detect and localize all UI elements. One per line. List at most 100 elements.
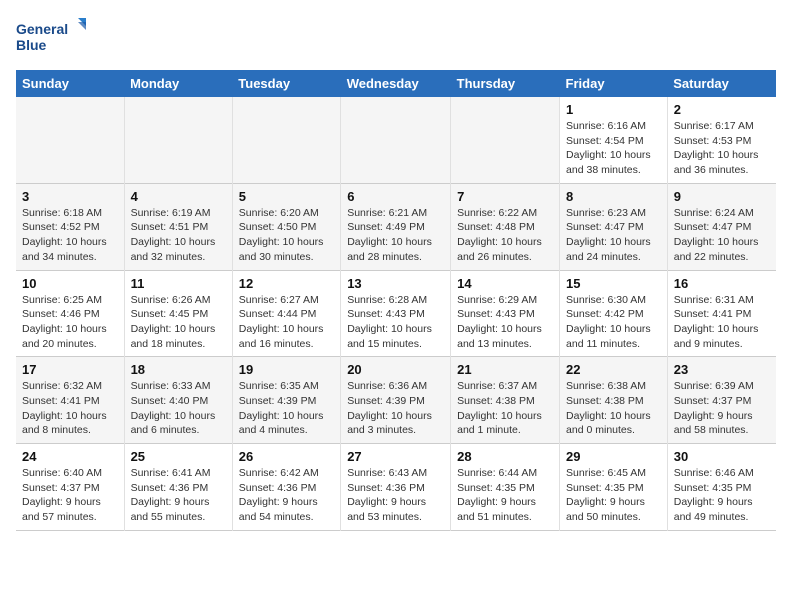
day-info: Sunrise: 6:27 AMSunset: 4:44 PMDaylight:…	[239, 293, 334, 352]
logo-icon: General Blue	[16, 16, 86, 58]
day-cell	[341, 97, 451, 183]
header-cell-wednesday: Wednesday	[341, 70, 451, 97]
day-info: Sunrise: 6:35 AMSunset: 4:39 PMDaylight:…	[239, 379, 334, 438]
calendar-header: SundayMondayTuesdayWednesdayThursdayFrid…	[16, 70, 776, 97]
day-number: 14	[457, 276, 553, 291]
day-number: 6	[347, 189, 444, 204]
day-number: 21	[457, 362, 553, 377]
day-cell: 30 Sunrise: 6:46 AMSunset: 4:35 PMDayligh…	[667, 444, 776, 531]
day-info: Sunrise: 6:37 AMSunset: 4:38 PMDaylight:…	[457, 379, 553, 438]
day-number: 26	[239, 449, 334, 464]
day-number: 1	[566, 102, 661, 117]
day-cell: 5 Sunrise: 6:20 AMSunset: 4:50 PMDaylight…	[232, 183, 340, 270]
day-cell: 3 Sunrise: 6:18 AMSunset: 4:52 PMDaylight…	[16, 183, 124, 270]
day-number: 27	[347, 449, 444, 464]
header-row: SundayMondayTuesdayWednesdayThursdayFrid…	[16, 70, 776, 97]
day-info: Sunrise: 6:28 AMSunset: 4:43 PMDaylight:…	[347, 293, 444, 352]
day-number: 5	[239, 189, 334, 204]
day-number: 19	[239, 362, 334, 377]
day-cell	[16, 97, 124, 183]
day-cell: 28 Sunrise: 6:44 AMSunset: 4:35 PMDayligh…	[451, 444, 560, 531]
header-cell-saturday: Saturday	[667, 70, 776, 97]
header-cell-thursday: Thursday	[451, 70, 560, 97]
day-info: Sunrise: 6:19 AMSunset: 4:51 PMDaylight:…	[131, 206, 226, 265]
day-number: 18	[131, 362, 226, 377]
day-info: Sunrise: 6:18 AMSunset: 4:52 PMDaylight:…	[22, 206, 118, 265]
day-info: Sunrise: 6:44 AMSunset: 4:35 PMDaylight:…	[457, 466, 553, 525]
day-number: 11	[131, 276, 226, 291]
day-number: 28	[457, 449, 553, 464]
day-info: Sunrise: 6:23 AMSunset: 4:47 PMDaylight:…	[566, 206, 661, 265]
svg-text:General: General	[16, 21, 68, 37]
day-info: Sunrise: 6:29 AMSunset: 4:43 PMDaylight:…	[457, 293, 553, 352]
day-info: Sunrise: 6:22 AMSunset: 4:48 PMDaylight:…	[457, 206, 553, 265]
day-cell: 14 Sunrise: 6:29 AMSunset: 4:43 PMDayligh…	[451, 270, 560, 357]
day-info: Sunrise: 6:24 AMSunset: 4:47 PMDaylight:…	[674, 206, 770, 265]
day-cell	[232, 97, 340, 183]
day-cell: 12 Sunrise: 6:27 AMSunset: 4:44 PMDayligh…	[232, 270, 340, 357]
week-row-3: 10Sunrise: 6:25 AMSunset: 4:46 PMDayligh…	[16, 270, 776, 357]
day-number: 12	[239, 276, 334, 291]
day-cell: 1 Sunrise: 6:16 AMSunset: 4:54 PMDaylight…	[560, 97, 668, 183]
day-info: Sunrise: 6:39 AMSunset: 4:37 PMDaylight:…	[674, 379, 770, 438]
day-info: Sunrise: 6:46 AMSunset: 4:35 PMDaylight:…	[674, 466, 770, 525]
day-number: 9	[674, 189, 770, 204]
day-cell: 13 Sunrise: 6:28 AMSunset: 4:43 PMDayligh…	[341, 270, 451, 357]
day-cell: 15Sunrise: 6:30 AMSunset: 4:42 PMDayligh…	[560, 270, 668, 357]
day-number: 4	[131, 189, 226, 204]
week-row-4: 17Sunrise: 6:32 AMSunset: 4:41 PMDayligh…	[16, 357, 776, 444]
day-cell: 7Sunrise: 6:22 AMSunset: 4:48 PMDaylight…	[451, 183, 560, 270]
day-cell: 27 Sunrise: 6:43 AMSunset: 4:36 PMDayligh…	[341, 444, 451, 531]
day-cell: 29Sunrise: 6:45 AMSunset: 4:35 PMDayligh…	[560, 444, 668, 531]
day-info: Sunrise: 6:16 AMSunset: 4:54 PMDaylight:…	[566, 119, 661, 178]
day-number: 2	[674, 102, 770, 117]
day-info: Sunrise: 6:42 AMSunset: 4:36 PMDaylight:…	[239, 466, 334, 525]
day-info: Sunrise: 6:45 AMSunset: 4:35 PMDaylight:…	[566, 466, 661, 525]
svg-text:Blue: Blue	[16, 37, 47, 53]
day-number: 16	[674, 276, 770, 291]
day-cell: 23 Sunrise: 6:39 AMSunset: 4:37 PMDayligh…	[667, 357, 776, 444]
day-cell: 11 Sunrise: 6:26 AMSunset: 4:45 PMDayligh…	[124, 270, 232, 357]
day-number: 23	[674, 362, 770, 377]
day-number: 13	[347, 276, 444, 291]
day-info: Sunrise: 6:36 AMSunset: 4:39 PMDaylight:…	[347, 379, 444, 438]
day-cell: 21 Sunrise: 6:37 AMSunset: 4:38 PMDayligh…	[451, 357, 560, 444]
day-number: 8	[566, 189, 661, 204]
day-cell	[451, 97, 560, 183]
day-cell: 24Sunrise: 6:40 AMSunset: 4:37 PMDayligh…	[16, 444, 124, 531]
day-cell: 2Sunrise: 6:17 AMSunset: 4:53 PMDaylight…	[667, 97, 776, 183]
day-number: 20	[347, 362, 444, 377]
day-cell: 18 Sunrise: 6:33 AMSunset: 4:40 PMDayligh…	[124, 357, 232, 444]
calendar-table: SundayMondayTuesdayWednesdayThursdayFrid…	[16, 70, 776, 531]
day-cell: 9 Sunrise: 6:24 AMSunset: 4:47 PMDaylight…	[667, 183, 776, 270]
day-number: 25	[131, 449, 226, 464]
day-cell: 25 Sunrise: 6:41 AMSunset: 4:36 PMDayligh…	[124, 444, 232, 531]
day-info: Sunrise: 6:20 AMSunset: 4:50 PMDaylight:…	[239, 206, 334, 265]
day-number: 30	[674, 449, 770, 464]
day-info: Sunrise: 6:41 AMSunset: 4:36 PMDaylight:…	[131, 466, 226, 525]
week-row-1: 1 Sunrise: 6:16 AMSunset: 4:54 PMDaylight…	[16, 97, 776, 183]
day-cell: 22 Sunrise: 6:38 AMSunset: 4:38 PMDayligh…	[560, 357, 668, 444]
day-number: 10	[22, 276, 118, 291]
day-cell: 19 Sunrise: 6:35 AMSunset: 4:39 PMDayligh…	[232, 357, 340, 444]
day-info: Sunrise: 6:33 AMSunset: 4:40 PMDaylight:…	[131, 379, 226, 438]
header-cell-sunday: Sunday	[16, 70, 124, 97]
day-info: Sunrise: 6:21 AMSunset: 4:49 PMDaylight:…	[347, 206, 444, 265]
day-cell: 6 Sunrise: 6:21 AMSunset: 4:49 PMDaylight…	[341, 183, 451, 270]
day-cell: 26 Sunrise: 6:42 AMSunset: 4:36 PMDayligh…	[232, 444, 340, 531]
day-info: Sunrise: 6:32 AMSunset: 4:41 PMDaylight:…	[22, 379, 118, 438]
calendar-body: 1 Sunrise: 6:16 AMSunset: 4:54 PMDaylight…	[16, 97, 776, 530]
day-info: Sunrise: 6:26 AMSunset: 4:45 PMDaylight:…	[131, 293, 226, 352]
day-number: 22	[566, 362, 661, 377]
header-cell-friday: Friday	[560, 70, 668, 97]
day-number: 3	[22, 189, 118, 204]
day-info: Sunrise: 6:31 AMSunset: 4:41 PMDaylight:…	[674, 293, 770, 352]
day-cell: 17Sunrise: 6:32 AMSunset: 4:41 PMDayligh…	[16, 357, 124, 444]
day-cell: 16 Sunrise: 6:31 AMSunset: 4:41 PMDayligh…	[667, 270, 776, 357]
day-cell: 4 Sunrise: 6:19 AMSunset: 4:51 PMDaylight…	[124, 183, 232, 270]
day-cell: 8 Sunrise: 6:23 AMSunset: 4:47 PMDaylight…	[560, 183, 668, 270]
day-info: Sunrise: 6:40 AMSunset: 4:37 PMDaylight:…	[22, 466, 118, 525]
day-info: Sunrise: 6:43 AMSunset: 4:36 PMDaylight:…	[347, 466, 444, 525]
logo: General Blue	[16, 16, 86, 58]
day-info: Sunrise: 6:38 AMSunset: 4:38 PMDaylight:…	[566, 379, 661, 438]
